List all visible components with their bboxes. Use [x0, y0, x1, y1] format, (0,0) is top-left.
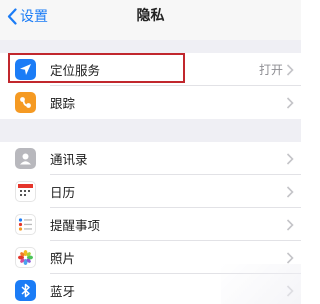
chevron-right-icon	[286, 185, 294, 198]
privacy-settings-screen: 设置 隐私 定位服务 打开 跟踪 通讯录 日历 提醒事项 照片 蓝牙	[0, 0, 301, 304]
page-title: 隐私	[136, 8, 165, 24]
row-photos[interactable]: 照片	[0, 241, 301, 274]
row-bluetooth[interactable]: 蓝牙	[0, 274, 301, 304]
row-label: 日历	[50, 185, 76, 200]
settings-group-apps: 通讯录 日历 提醒事项 照片 蓝牙	[0, 142, 301, 304]
row-reminders[interactable]: 提醒事项	[0, 208, 301, 241]
row-calendar[interactable]: 日历	[0, 175, 301, 208]
row-label: 定位服务	[50, 63, 101, 78]
chevron-right-icon	[286, 63, 294, 76]
chevron-right-icon	[286, 96, 294, 109]
row-label: 跟踪	[50, 96, 76, 111]
location-arrow-icon	[15, 59, 36, 80]
calendar-icon	[15, 181, 36, 202]
chevron-right-icon	[286, 218, 294, 231]
settings-group-location: 定位服务 打开 跟踪	[0, 53, 301, 119]
contacts-icon	[15, 148, 36, 169]
row-label: 照片	[50, 251, 76, 266]
tracking-icon	[15, 92, 36, 113]
row-location-services[interactable]: 定位服务 打开	[0, 53, 301, 86]
row-label: 通讯录	[50, 152, 88, 167]
row-label: 蓝牙	[50, 284, 76, 299]
photos-icon	[15, 247, 36, 268]
bluetooth-icon	[15, 280, 36, 301]
chevron-right-icon	[286, 251, 294, 264]
row-label: 提醒事项	[50, 218, 101, 233]
chevron-right-icon	[286, 284, 294, 297]
chevron-right-icon	[286, 152, 294, 165]
reminders-icon	[15, 214, 36, 235]
row-contacts[interactable]: 通讯录	[0, 142, 301, 175]
row-tracking[interactable]: 跟踪	[0, 86, 301, 119]
navigation-bar: 设置 隐私	[0, 0, 301, 40]
row-value: 打开	[258, 63, 283, 77]
